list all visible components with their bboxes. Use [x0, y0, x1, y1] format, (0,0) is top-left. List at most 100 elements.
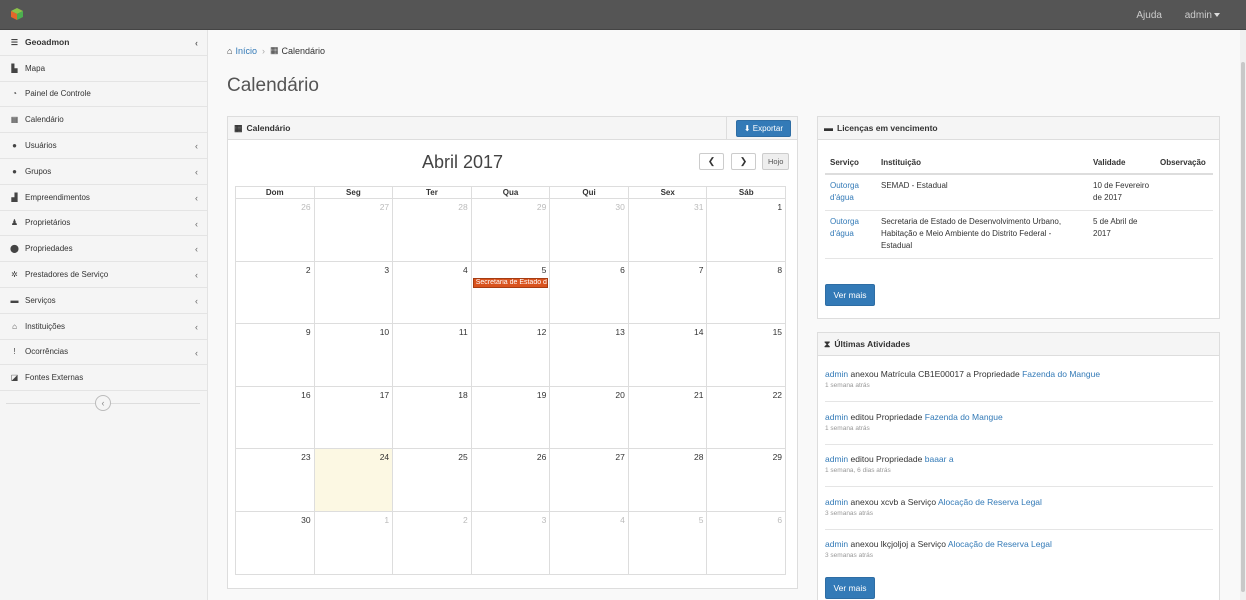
calendar-day[interactable]: 27: [550, 449, 629, 512]
day-number: 21: [694, 389, 704, 400]
sidebar-item-6[interactable]: ▟ Empreendimentos ‹: [0, 185, 207, 211]
sidebar-item-12[interactable]: ! Ocorrências ‹: [0, 340, 207, 366]
sidebar-item-10[interactable]: ▬ Serviços ‹: [0, 288, 207, 314]
activity-user-link[interactable]: admin: [825, 454, 848, 464]
activity-line: admin editou Propriedade Fazenda do Mang…: [825, 412, 1213, 422]
sidebar-item-label: Calendário: [25, 115, 64, 125]
calendar-day[interactable]: 30: [550, 199, 629, 262]
sidebar-item-9[interactable]: ✲ Prestadores de Serviço ‹: [0, 262, 207, 288]
calendar-day[interactable]: 8: [707, 261, 787, 325]
sidebar-item-label: Usuários: [25, 141, 57, 151]
activities-panel-header: ⧗ Últimas Atividades: [818, 333, 1219, 356]
calendar-day[interactable]: 31: [628, 199, 708, 262]
calendar-day[interactable]: 11: [393, 324, 472, 387]
calendar-day[interactable]: 17: [314, 386, 394, 450]
day-number: 4: [463, 264, 468, 275]
export-button[interactable]: ⬇ Exportar: [735, 120, 791, 137]
sidebar-item-7[interactable]: ♟ Proprietários ‹: [0, 211, 207, 237]
calendar-day[interactable]: 2: [236, 261, 315, 325]
col-note: Observação: [1155, 153, 1213, 175]
calendar-day[interactable]: 4: [550, 511, 629, 575]
calendar-day[interactable]: 14: [628, 324, 708, 387]
activity-item: admin editou Propriedade Fazenda do Mang…: [825, 412, 1213, 432]
calendar-day[interactable]: 29: [707, 449, 787, 512]
activity-target-link[interactable]: Alocação de Reserva Legal: [948, 539, 1052, 549]
service-link[interactable]: Outorga d'água: [830, 217, 859, 238]
calendar-week-row: 23 24 25 26 27 28 29: [236, 449, 787, 512]
sidebar-item-2[interactable]: ◔ Painel de Controle: [0, 82, 207, 108]
sidebar-item-4[interactable]: ● Usuários ‹: [0, 133, 207, 159]
calendar-day[interactable]: 5: [628, 511, 708, 575]
today-button[interactable]: Hojo: [762, 153, 790, 170]
sidebar-item-1[interactable]: ▙ Mapa: [0, 56, 207, 82]
sidebar-item-8[interactable]: ⬤ Propriedades ‹: [0, 236, 207, 263]
licenses-more-button[interactable]: Ver mais: [825, 284, 875, 306]
calendar-day[interactable]: 12: [471, 324, 551, 387]
calendar-day[interactable]: 20: [550, 386, 629, 450]
calendar-day[interactable]: 5 Secretaria de Estado d: [471, 261, 551, 325]
service-link[interactable]: Outorga d'água: [830, 181, 859, 202]
activity-target-link[interactable]: Alocação de Reserva Legal: [938, 497, 1042, 507]
calendar-day[interactable]: 2: [393, 511, 472, 575]
calendar-day[interactable]: 22: [707, 386, 787, 450]
calendar-day[interactable]: 27: [314, 199, 394, 262]
calendar-day[interactable]: 18: [393, 386, 472, 450]
calendar-day[interactable]: 15: [707, 324, 787, 387]
sidebar-item-3[interactable]: ▦ Calendário: [0, 107, 207, 134]
calendar-day[interactable]: 3: [471, 511, 551, 575]
help-link[interactable]: Ajuda: [1136, 10, 1162, 21]
briefcase-icon: ▬: [824, 123, 833, 133]
activity-user-link[interactable]: admin: [825, 497, 848, 507]
day-number: 1: [777, 202, 783, 212]
calendar-day[interactable]: 1: [707, 199, 787, 262]
calendar-day[interactable]: 19: [471, 386, 551, 450]
next-month-button[interactable]: ❯: [731, 153, 756, 170]
calendar-day[interactable]: 6: [707, 511, 787, 575]
external-link-icon: ◪: [10, 373, 19, 383]
calendar-day[interactable]: 10: [314, 324, 394, 387]
chevron-left-icon: ‹: [195, 244, 198, 255]
page-scrollbar[interactable]: [1240, 30, 1246, 600]
calendar-day[interactable]: 25: [393, 449, 472, 512]
calendar-day[interactable]: 9: [236, 324, 315, 387]
activity-target-link[interactable]: Fazenda do Mangue: [1022, 369, 1100, 379]
activity-user-link[interactable]: admin: [825, 369, 848, 379]
calendar-day-today[interactable]: 24: [314, 449, 394, 512]
calendar-day[interactable]: 13: [550, 324, 629, 387]
calendar-day[interactable]: 1: [314, 511, 394, 575]
sidebar-collapse-button[interactable]: ‹: [95, 395, 111, 411]
calendar-day[interactable]: 26: [236, 199, 315, 262]
scrollbar-thumb[interactable]: [1241, 62, 1245, 592]
calendar-day[interactable]: 16: [236, 386, 315, 450]
calendar-day[interactable]: 4: [393, 261, 472, 325]
activity-target-link[interactable]: baaar a: [925, 454, 954, 464]
activities-more-button[interactable]: Ver mais: [825, 577, 875, 599]
chevron-left-icon: ‹: [195, 321, 198, 332]
sidebar-item-11[interactable]: ⌂ Instituições ‹: [0, 314, 207, 340]
calendar-day[interactable]: 28: [393, 199, 472, 262]
calendar-day[interactable]: 3: [314, 261, 394, 325]
user-menu[interactable]: admin: [1175, 10, 1220, 21]
calendar-day[interactable]: 6: [550, 261, 629, 325]
sidebar-item-5[interactable]: ● Grupos ‹: [0, 159, 207, 185]
sidebar-item-13[interactable]: ◪ Fontes Externas: [0, 365, 207, 392]
prev-month-button[interactable]: ❮: [699, 153, 724, 170]
calendar-day[interactable]: 21: [628, 386, 708, 450]
app-logo-icon[interactable]: [10, 7, 24, 21]
activity-item: admin editou Propriedade baaar a 1 semana…: [825, 454, 1213, 474]
calendar-day[interactable]: 29: [471, 199, 551, 262]
day-number: 22: [772, 389, 783, 400]
activity-line: admin anexou lkçjoljoj a Serviço Alocaçã…: [825, 539, 1213, 549]
activity-user-link[interactable]: admin: [825, 412, 848, 422]
calendar-day[interactable]: 30: [236, 511, 315, 575]
calendar-day[interactable]: 26: [471, 449, 551, 512]
sidebar-item-0[interactable]: ☰ Geoadmon ‹: [0, 30, 207, 56]
activity-target-link[interactable]: Fazenda do Mangue: [925, 412, 1003, 422]
calendar-day[interactable]: 23: [236, 449, 315, 512]
breadcrumb-home[interactable]: Início: [235, 46, 257, 56]
calendar-event[interactable]: Secretaria de Estado d: [472, 277, 549, 288]
calendar-day[interactable]: 7: [628, 261, 708, 325]
activity-user-link[interactable]: admin: [825, 539, 848, 549]
calendar-day[interactable]: 28: [628, 449, 708, 512]
licenses-panel: ▬ Licenças em vencimento Serviço Institu…: [817, 116, 1220, 319]
